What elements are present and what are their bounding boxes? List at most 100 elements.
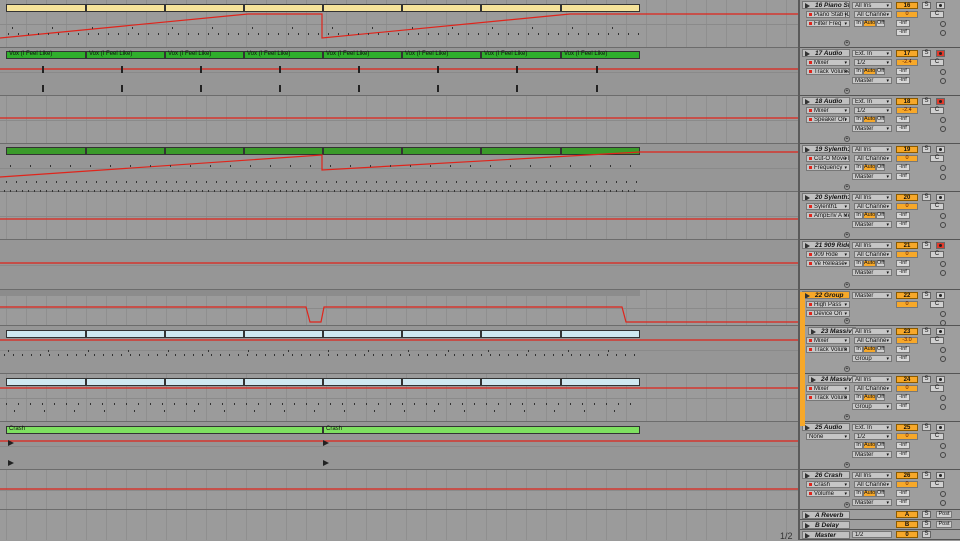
- output-select[interactable]: Master ▾: [852, 173, 892, 180]
- control-chooser[interactable]: AmpEnv A Rel ▾: [806, 212, 850, 219]
- monitor-off-button[interactable]: Off: [876, 490, 885, 497]
- send-a-value[interactable]: -inf: [896, 442, 910, 449]
- monitor-off-button[interactable]: Off: [876, 260, 885, 267]
- return-activator[interactable]: B: [896, 521, 918, 528]
- input-channel-select[interactable]: All Channe ▾: [854, 337, 892, 344]
- track-activator[interactable]: 24: [896, 376, 918, 383]
- arm-button[interactable]: [936, 292, 945, 299]
- arrangement-view[interactable]: Vox (I Feel Like) Vox (I Feel Like) Vox (I…: [0, 0, 798, 540]
- crossfade-button[interactable]: C: [930, 301, 944, 308]
- solo-button[interactable]: S: [922, 376, 931, 383]
- output-select[interactable]: Group ▾: [852, 355, 892, 362]
- control-chooser[interactable]: Track Volum ▾: [806, 394, 850, 401]
- arm-button[interactable]: [936, 376, 945, 383]
- track-activator[interactable]: 25: [896, 424, 918, 431]
- send-b-knob[interactable]: [940, 78, 946, 84]
- send-a-knob[interactable]: [940, 117, 946, 123]
- send-a-value[interactable]: -inf: [896, 116, 910, 123]
- input-channel-select[interactable]: 1/2 ▾: [854, 433, 892, 440]
- automation-layer[interactable]: [0, 0, 798, 540]
- device-chooser[interactable]: Mixer ▾: [806, 107, 850, 114]
- track-name[interactable]: 19 Sylenth1: [802, 145, 850, 153]
- crossfade-button[interactable]: C: [930, 385, 944, 392]
- send-a-knob[interactable]: [940, 165, 946, 171]
- monitor-auto-button[interactable]: Auto: [863, 346, 876, 353]
- track-name[interactable]: 22 Group: [802, 291, 850, 299]
- monitor-auto-button[interactable]: Auto: [863, 394, 876, 401]
- send-a-knob[interactable]: [940, 311, 946, 317]
- expand-lane-button[interactable]: +: [844, 232, 850, 238]
- monitor-in-button[interactable]: In: [854, 442, 863, 449]
- solo-button[interactable]: S: [922, 2, 931, 9]
- send-a-knob[interactable]: [940, 69, 946, 75]
- expand-lane-button[interactable]: +: [844, 502, 850, 508]
- input-channel-select[interactable]: 1/2 ▾: [854, 59, 892, 66]
- monitor-auto-button[interactable]: Auto: [863, 116, 876, 123]
- send-a-knob[interactable]: [940, 347, 946, 353]
- monitor-off-button[interactable]: Off: [876, 20, 885, 27]
- input-type-select[interactable]: Ext. In ▾: [852, 424, 892, 431]
- input-type-select[interactable]: Ext. In ▾: [852, 50, 892, 57]
- send-a-value[interactable]: -inf: [896, 490, 910, 497]
- track-activator[interactable]: 21: [896, 242, 918, 249]
- send-b-value[interactable]: -inf: [896, 355, 910, 362]
- expand-lane-button[interactable]: +: [844, 88, 850, 94]
- monitor-in-button[interactable]: In: [854, 260, 863, 267]
- send-a-knob[interactable]: [940, 213, 946, 219]
- monitor-in-button[interactable]: In: [854, 116, 863, 123]
- send-a-value[interactable]: -inf: [896, 68, 910, 75]
- solo-button[interactable]: S: [922, 98, 931, 105]
- crossfade-button[interactable]: C: [930, 481, 944, 488]
- monitor-auto-button[interactable]: Auto: [863, 212, 876, 219]
- input-channel-select[interactable]: All Channe ▾: [854, 203, 892, 210]
- control-chooser[interactable]: Filter Freq ▾: [806, 20, 850, 27]
- expand-lane-button[interactable]: +: [844, 282, 850, 288]
- expand-lane-button[interactable]: +: [844, 40, 850, 46]
- send-b-knob[interactable]: [940, 126, 946, 132]
- group-fold-bar[interactable]: [800, 292, 805, 426]
- fold-icon[interactable]: [805, 3, 810, 8]
- monitor-auto-button[interactable]: Auto: [863, 20, 876, 27]
- return-track-name[interactable]: Master: [802, 531, 850, 539]
- send-a-value[interactable]: -inf: [896, 260, 910, 267]
- track-activator[interactable]: 16: [896, 2, 918, 9]
- monitor-in-button[interactable]: In: [854, 164, 863, 171]
- monitor-auto-button[interactable]: Auto: [863, 490, 876, 497]
- input-channel-select[interactable]: All Channe ▾: [854, 155, 892, 162]
- track-activator[interactable]: 26: [896, 472, 918, 479]
- track-activator[interactable]: 18: [896, 98, 918, 105]
- volume-value[interactable]: 0: [896, 251, 918, 258]
- send-a-knob[interactable]: [940, 21, 946, 27]
- solo-button[interactable]: S: [922, 521, 931, 528]
- device-chooser[interactable]: Mixer ▾: [806, 337, 850, 344]
- return-track-name[interactable]: A Reverb: [802, 511, 850, 519]
- send-a-knob[interactable]: [940, 261, 946, 267]
- solo-button[interactable]: S: [922, 328, 931, 335]
- input-type-select[interactable]: All Ins ▾: [852, 472, 892, 479]
- expand-lane-button[interactable]: +: [844, 462, 850, 468]
- send-b-knob[interactable]: [940, 452, 946, 458]
- volume-value[interactable]: 0: [896, 385, 918, 392]
- fold-icon[interactable]: [805, 99, 810, 104]
- expand-lane-button[interactable]: +: [844, 136, 850, 142]
- send-b-knob[interactable]: [940, 174, 946, 180]
- device-chooser[interactable]: 909 Ride ▾: [806, 251, 850, 258]
- device-chooser[interactable]: Cut-O Move L ▾: [806, 155, 850, 162]
- arm-button[interactable]: [936, 2, 945, 9]
- control-chooser[interactable]: Ve Release ▾: [806, 260, 850, 267]
- volume-value[interactable]: -2.4: [896, 59, 918, 66]
- solo-button[interactable]: S: [922, 242, 931, 249]
- device-chooser[interactable]: Sylenth1 ▾: [806, 203, 850, 210]
- arm-button[interactable]: [936, 146, 945, 153]
- volume-value[interactable]: 0: [896, 481, 918, 488]
- fold-icon[interactable]: [805, 425, 810, 430]
- send-b-value[interactable]: -inf: [896, 221, 910, 228]
- input-channel-select[interactable]: 1/2 ▾: [854, 107, 892, 114]
- volume-value[interactable]: 0: [896, 11, 918, 18]
- send-b-knob[interactable]: [940, 222, 946, 228]
- arm-button[interactable]: [936, 242, 945, 249]
- input-type-select[interactable]: All Ins ▾: [852, 328, 892, 335]
- monitor-in-button[interactable]: In: [854, 394, 863, 401]
- send-b-knob[interactable]: [940, 356, 946, 362]
- control-chooser[interactable]: Track Volum ▾: [806, 346, 850, 353]
